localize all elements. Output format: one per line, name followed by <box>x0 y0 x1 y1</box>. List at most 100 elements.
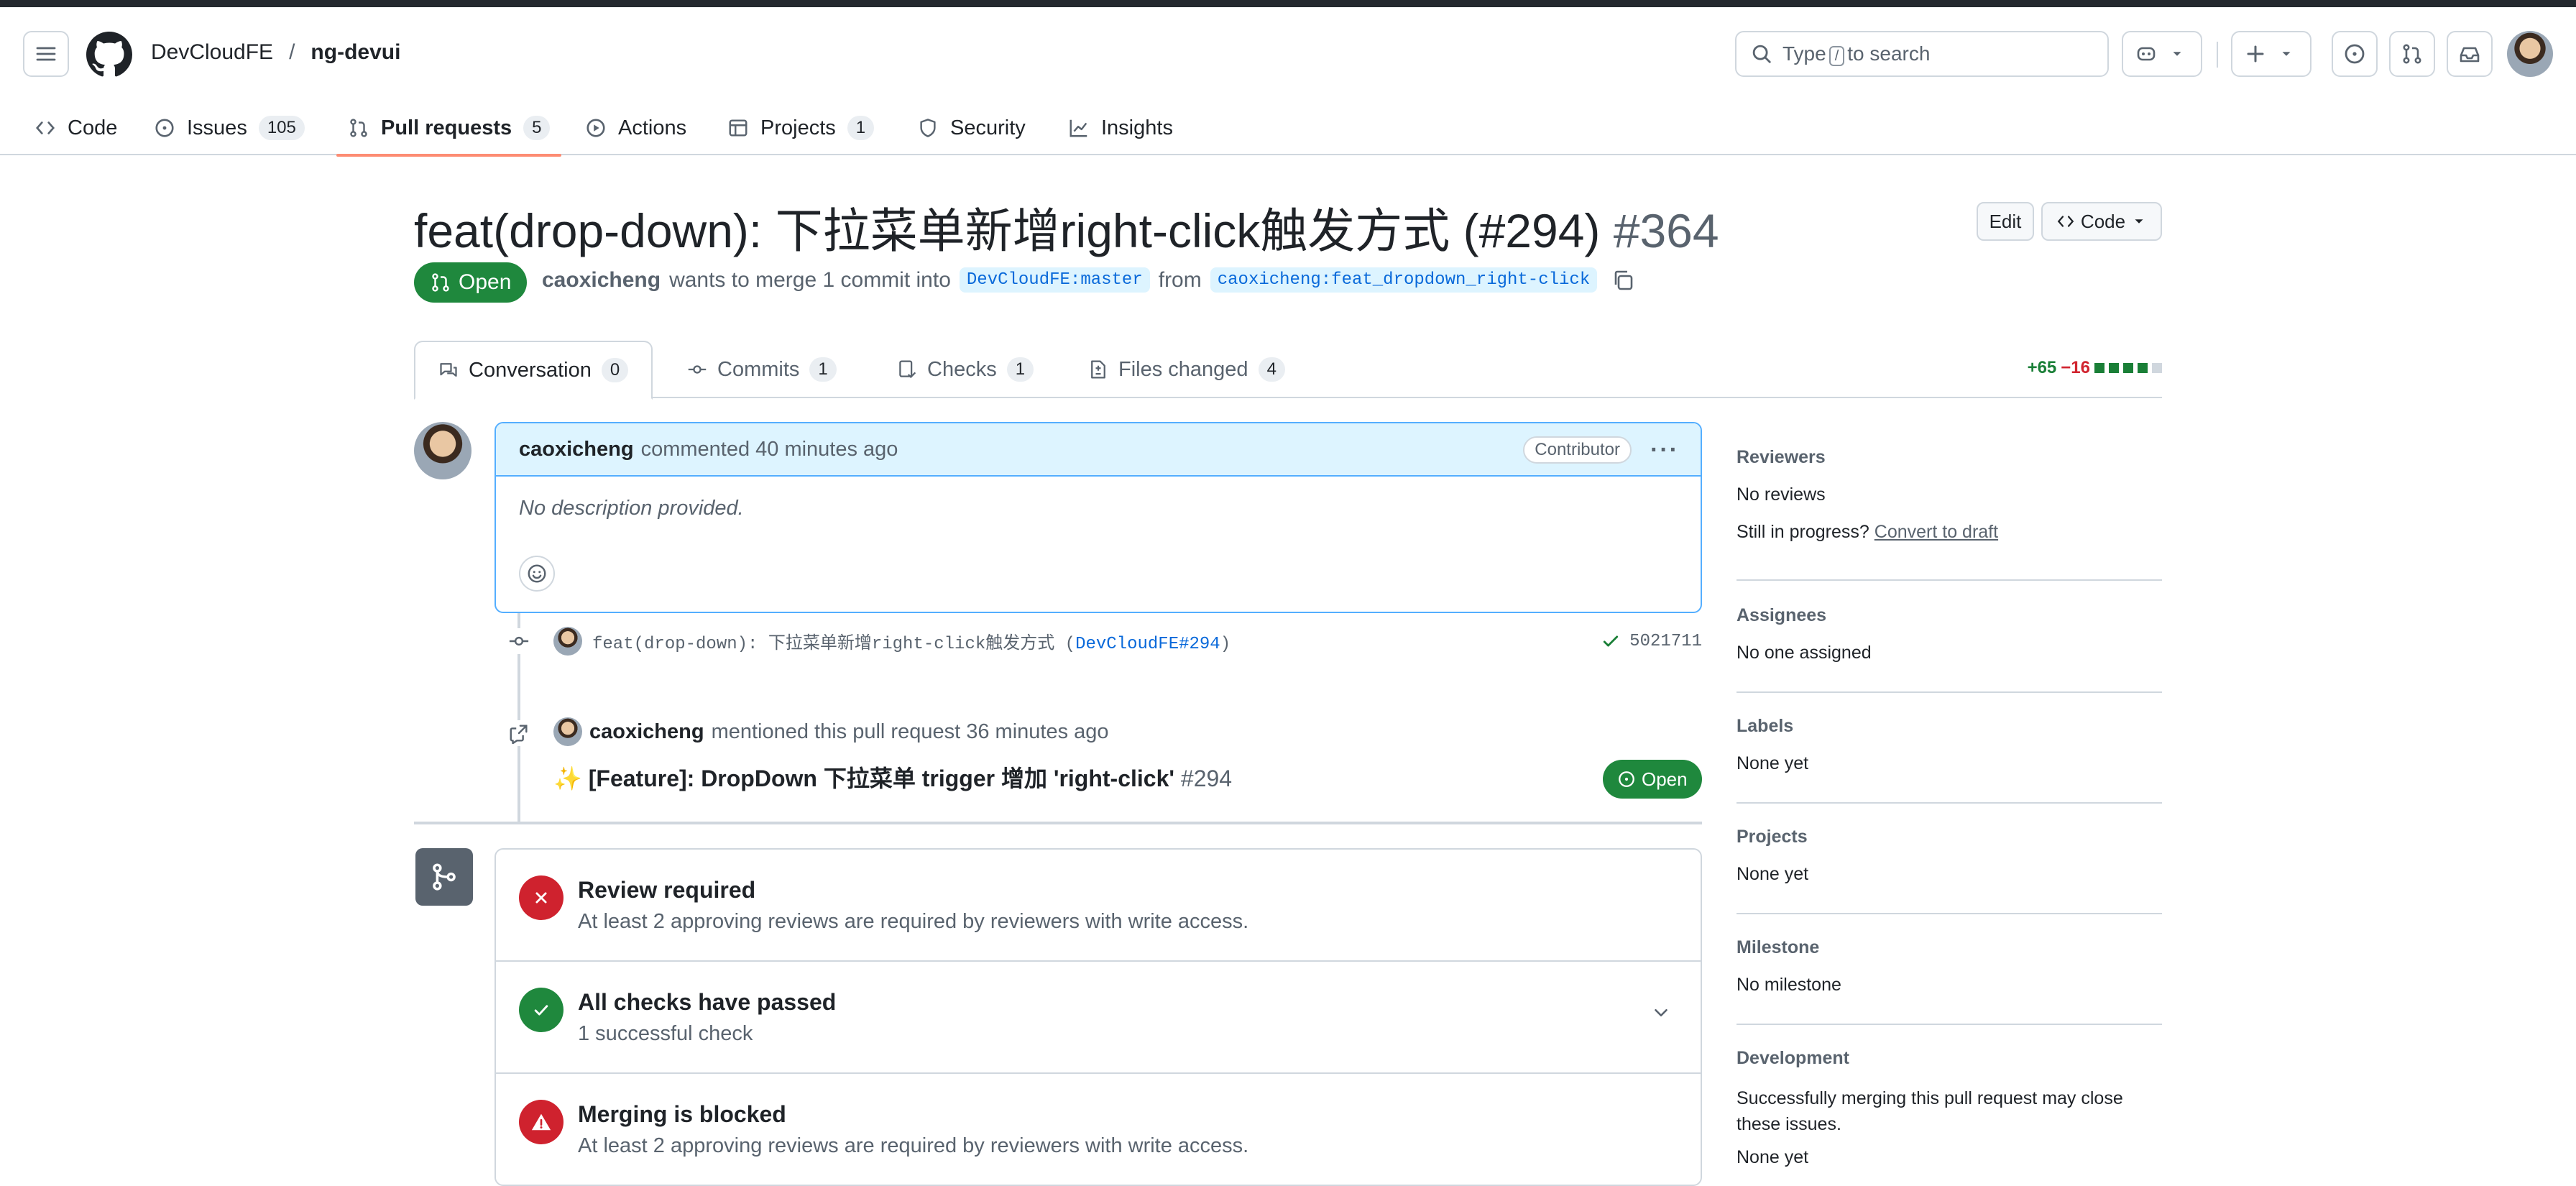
referenced-issue-link[interactable]: ✨ [Feature]: DropDown 下拉菜单 trigger 增加 'r… <box>553 760 1232 794</box>
comment-author-avatar[interactable] <box>414 422 472 479</box>
pr-tabs: Conversation 0 Commits 1 Checks 1 Files … <box>414 341 2162 400</box>
head-branch[interactable]: caoxicheng:feat_dropdown_right-click <box>1210 267 1598 293</box>
merge-row-checks[interactable]: All checks have passed 1 successful chec… <box>496 962 1701 1074</box>
pull-requests-button[interactable] <box>2389 31 2435 77</box>
pr-state-label: Open <box>459 270 512 294</box>
breadcrumb-owner[interactable]: DevCloudFE <box>151 40 273 65</box>
sidebar-heading[interactable]: Assignees <box>1736 605 1826 626</box>
inbox-icon <box>2460 47 2480 63</box>
edit-title-button[interactable]: Edit <box>1977 202 2034 241</box>
repo-tab-insights[interactable]: Insights <box>1068 101 1173 155</box>
search-shortcut-key: / <box>1828 45 1845 66</box>
comment-options-icon[interactable]: ··· <box>1650 436 1679 464</box>
menu-button[interactable] <box>23 31 69 77</box>
chevron-down-icon[interactable] <box>1650 1002 1672 1024</box>
mention-author-link[interactable]: caoxicheng <box>589 720 704 744</box>
check-icon[interactable] <box>1601 631 1621 651</box>
check-icon <box>534 1005 548 1016</box>
chevron-down-icon <box>2282 52 2291 56</box>
chevron-down-icon <box>2173 52 2181 56</box>
pr-number: #364 <box>1613 204 1719 257</box>
pr-author-link[interactable]: caoxicheng <box>542 268 661 293</box>
tab-files-changed[interactable]: Files changed 4 <box>1065 341 1308 398</box>
inbox-button[interactable] <box>2447 31 2493 77</box>
copilot-icon <box>2137 47 2156 61</box>
tab-label: Commits <box>717 357 800 381</box>
pr-description-comment: caoxicheng commented 40 minutes ago Cont… <box>494 422 1702 613</box>
sidebar-heading[interactable]: Reviewers <box>1736 447 1826 468</box>
copilot-button[interactable] <box>2122 31 2202 77</box>
commit-message[interactable]: feat(drop-down): 下拉菜单新增right-click触发方式 (… <box>592 628 1230 654</box>
user-avatar[interactable] <box>2507 31 2553 77</box>
sidebar-heading[interactable]: Projects <box>1736 827 1808 847</box>
tab-counter: 0 <box>601 358 629 382</box>
repo-tab-projects[interactable]: Projects 1 <box>727 101 875 155</box>
issue-open-icon <box>1619 771 1634 787</box>
sidebar-value: No one assigned <box>1736 643 1872 663</box>
issue-state-label: Open <box>1642 768 1688 790</box>
breadcrumb-separator: / <box>289 40 295 64</box>
issues-button[interactable] <box>2332 31 2378 77</box>
search-input[interactable]: Type / to search <box>1735 31 2109 77</box>
sidebar-heading[interactable]: Milestone <box>1736 937 1819 958</box>
pr-from-text: from <box>1158 267 1202 292</box>
checklist-icon <box>899 360 916 379</box>
commit-sha[interactable]: 5021711 <box>1629 632 1702 651</box>
file-diff-icon <box>1091 360 1105 379</box>
comment-discussion-icon <box>440 363 457 377</box>
code-icon <box>36 121 55 134</box>
repo-tab-actions[interactable]: Actions <box>585 101 686 155</box>
diffstat-additions: +65 <box>2027 358 2057 377</box>
code-dropdown-button[interactable]: Code <box>2041 202 2162 241</box>
sidebar-value: No milestone <box>1736 975 1841 995</box>
repo-tab-issues[interactable]: Issues 105 <box>154 101 305 155</box>
diffstat-block <box>2094 363 2104 373</box>
mention-author-avatar[interactable] <box>553 717 582 746</box>
tab-conversation[interactable]: Conversation 0 <box>414 341 653 400</box>
diffstat-block <box>2138 363 2148 373</box>
tab-label: Checks <box>927 357 997 381</box>
repo-tab-code[interactable]: Code <box>34 101 117 155</box>
commit-message-end: ) <box>1220 635 1231 654</box>
convert-to-draft-link[interactable]: Convert to draft <box>1874 522 1998 542</box>
repo-tab-security[interactable]: Security <box>917 101 1026 155</box>
github-logo-icon[interactable] <box>86 32 132 78</box>
repo-tab-pull-requests[interactable]: Pull requests 5 <box>336 101 562 157</box>
copy-icon[interactable] <box>1611 269 1634 292</box>
in-progress-text: Still in progress? <box>1736 522 1869 542</box>
base-branch[interactable]: DevCloudFE:master <box>959 267 1150 293</box>
timeline-commit: feat(drop-down): 下拉菜单新增right-click触发方式 (… <box>553 627 1702 656</box>
sidebar-heading[interactable]: Development <box>1736 1048 1849 1069</box>
add-reaction-button[interactable] <box>519 556 555 592</box>
author-role-badge: Contributor <box>1523 436 1632 464</box>
comment-author-link[interactable]: caoxicheng <box>519 438 634 461</box>
chevron-down-icon <box>2135 219 2143 224</box>
merge-blocked-status <box>519 1100 564 1144</box>
sidebar-development: Development Successfully merging this pu… <box>1736 1039 2162 1186</box>
issue-state-badge: Open <box>1603 760 1702 799</box>
window-top-strip <box>0 0 2576 7</box>
sidebar-heading[interactable]: Labels <box>1736 716 1793 737</box>
repo-tab-label: Code <box>68 116 118 139</box>
tab-checks[interactable]: Checks 1 <box>874 341 1057 398</box>
create-new-button[interactable] <box>2231 31 2312 77</box>
sidebar-value: No reviews <box>1736 484 1826 505</box>
cross-reference-node <box>506 720 532 746</box>
breadcrumb-repo[interactable]: ng-devui <box>310 40 400 65</box>
diffstat-block <box>2123 363 2133 373</box>
git-pull-request-icon <box>432 273 449 292</box>
shield-icon <box>920 119 936 137</box>
merge-box: Review required At least 2 approving rev… <box>494 848 1702 1186</box>
merge-row-blocked: Merging is blocked At least 2 approving … <box>496 1074 1701 1185</box>
commit-issue-ref[interactable]: DevCloudFE#294 <box>1075 635 1220 654</box>
repo-tab-label: Security <box>950 116 1026 139</box>
merge-row-title: All checks have passed <box>578 989 837 1015</box>
graph-icon <box>1070 119 1087 137</box>
tab-commits[interactable]: Commits 1 <box>664 341 860 398</box>
commit-author-avatar[interactable] <box>553 627 582 656</box>
commit-node <box>506 628 532 654</box>
repo-tab-label: Insights <box>1101 116 1173 139</box>
comment-timestamp[interactable]: commented 40 minutes ago <box>641 438 898 461</box>
comment-header: caoxicheng commented 40 minutes ago Cont… <box>496 423 1701 477</box>
search-placeholder: Type / to search <box>1782 42 1930 66</box>
